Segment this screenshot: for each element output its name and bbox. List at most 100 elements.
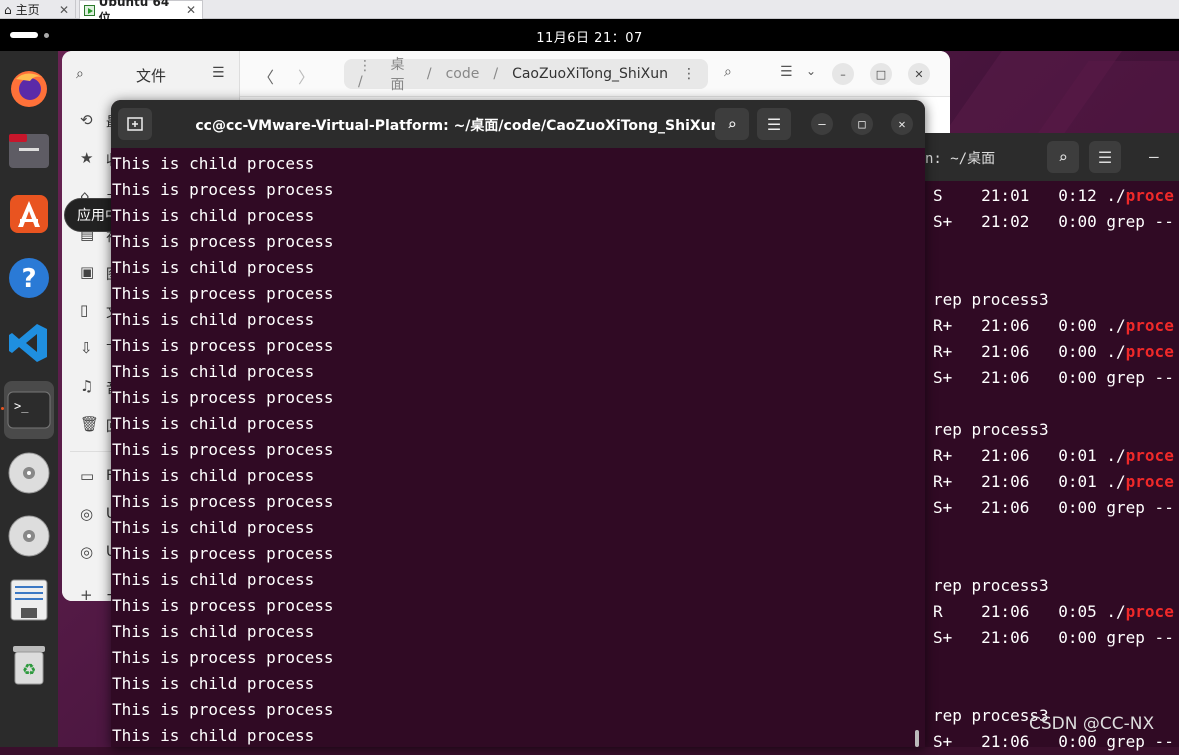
minimize-button[interactable]: –: [832, 63, 854, 85]
maximize-button[interactable]: □: [851, 113, 873, 135]
path-code[interactable]: code: [446, 66, 480, 82]
dock-firefox[interactable]: [4, 61, 54, 115]
dock-drive[interactable]: [4, 573, 54, 627]
tab-home[interactable]: ⌂ 主页 ✕: [0, 0, 76, 19]
terminal-back-line: S+ 21:02 0:00 grep --: [933, 209, 1179, 235]
search-button[interactable]: ⌕: [715, 108, 749, 140]
line-text: S+ 21:06 0:00 grep --: [933, 368, 1174, 387]
terminal-back-line: [933, 521, 1179, 547]
terminal-header: cc@cc-VMware-Virtual-Platform: ~/桌面/code…: [111, 100, 925, 148]
folder-icon: [9, 134, 49, 168]
tab-ubuntu-vm[interactable]: Ubuntu 64 位 ✕: [79, 0, 203, 25]
minimize-icon: –: [818, 117, 826, 131]
terminal-back-line: [933, 651, 1179, 677]
dock-help[interactable]: ?: [4, 251, 54, 305]
line-highlight: proce: [1125, 446, 1174, 465]
terminal-scrollbar[interactable]: [915, 730, 919, 747]
terminal-line: This is child process: [112, 570, 315, 589]
clock[interactable]: 11月6日 21：07: [0, 27, 1179, 46]
path-sep: ⋮ /: [358, 58, 372, 90]
close-icon: ✕: [898, 117, 906, 131]
music-icon: ♫: [80, 377, 94, 395]
terminal-line: This is child process: [112, 726, 315, 745]
svg-text:♻: ♻: [22, 660, 36, 679]
terminal-back-title: n: ~/桌面: [925, 151, 996, 167]
tab-vm-close-icon[interactable]: ✕: [186, 3, 202, 17]
terminal-back-line: rep process3: [933, 573, 1179, 599]
line-highlight: proce: [1125, 472, 1174, 491]
terminal-line: This is process process: [112, 440, 334, 459]
dock-disc-1[interactable]: [4, 446, 54, 500]
terminal-line: This is child process: [112, 362, 315, 381]
back-icon[interactable]: 〈: [258, 64, 274, 88]
terminal-back-line: S+ 21:06 0:00 grep --: [933, 365, 1179, 391]
help-icon: ?: [9, 258, 49, 298]
line-text: R+ 21:06 0:00 ./: [933, 316, 1126, 335]
minimize-button[interactable]: –: [811, 113, 833, 135]
terminal-back-line: R+ 21:06 0:00 ./proce: [933, 313, 1179, 339]
close-icon: ✕: [914, 67, 924, 81]
terminal-back-menu-button[interactable]: ☰: [1089, 141, 1121, 173]
path-menu-icon[interactable]: ⋮: [682, 66, 708, 82]
terminal-back-search-button[interactable]: ⌕: [1047, 141, 1079, 173]
vmware-tab-strip: ⌂ 主页 ✕ Ubuntu 64 位 ✕: [0, 0, 1179, 25]
menu-button[interactable]: ☰: [757, 108, 791, 140]
terminal-line: This is process process: [112, 544, 334, 563]
terminal-icon: >_: [7, 391, 51, 429]
terminal-line: This is process process: [112, 180, 334, 199]
running-indicator: [1, 407, 4, 410]
list-view-icon[interactable]: ☰: [780, 64, 793, 80]
terminal-back-line: [933, 261, 1179, 287]
minimize-icon[interactable]: –: [1149, 147, 1159, 166]
close-button[interactable]: ✕: [908, 63, 930, 85]
path-desktop[interactable]: 桌面: [391, 54, 413, 94]
files-title: 文件: [136, 67, 167, 85]
line-text: S+ 21:06 0:00 grep --: [933, 732, 1174, 751]
terminal-line: This is process process: [112, 492, 334, 511]
search-icon[interactable]: ⌕: [76, 66, 84, 82]
recent-icon: ⟲: [80, 111, 93, 129]
line-text: rep process3: [933, 420, 1049, 439]
line-text: R+ 21:06 0:01 ./: [933, 472, 1126, 491]
path-current[interactable]: CaoZuoXiTong_ShiXun: [512, 66, 668, 82]
dock-disc-2[interactable]: [4, 509, 54, 563]
terminal-back-line: [933, 391, 1179, 417]
terminal-line: This is process process: [112, 232, 334, 251]
terminal-output[interactable]: This is child process This is process pro…: [112, 151, 917, 747]
maximize-button[interactable]: □: [870, 63, 892, 85]
dock-vscode[interactable]: [4, 316, 54, 370]
line-highlight: proce: [1125, 316, 1174, 335]
view-options-chevron-down-icon[interactable]: ⌄: [806, 64, 816, 78]
search-files-icon[interactable]: ⌕: [724, 64, 732, 80]
terminal-back-line: R+ 21:06 0:01 ./proce: [933, 469, 1179, 495]
app-center-icon: [10, 195, 48, 233]
download-icon: ⇩: [80, 339, 93, 357]
terminal-line: This is child process: [112, 518, 315, 537]
terminal-back-line: R+ 21:06 0:01 ./proce: [933, 443, 1179, 469]
files-header: 〈 〉 ⋮ / 桌面 / code / CaoZuoXiTong_ShiXun …: [240, 51, 950, 97]
terminal-back-line: S 21:01 0:12 ./proce: [933, 183, 1179, 209]
line-highlight: proce: [1125, 342, 1174, 361]
dock-app-center[interactable]: [4, 187, 54, 241]
line-highlight: proce: [1125, 602, 1174, 621]
menu-icon[interactable]: ☰: [212, 65, 225, 81]
terminal-line: This is process process: [112, 648, 334, 667]
terminal-back-line: rep process3: [933, 417, 1179, 443]
close-button[interactable]: ✕: [891, 113, 913, 135]
dock-files[interactable]: [4, 123, 54, 177]
line-text: rep process3: [933, 576, 1049, 595]
path-bar[interactable]: ⋮ / 桌面 / code / CaoZuoXiTong_ShiXun ⋮: [344, 57, 708, 93]
tab-home-close-icon[interactable]: ✕: [59, 3, 75, 17]
terminal-line: This is process process: [112, 700, 334, 719]
forward-icon[interactable]: 〉: [298, 64, 314, 88]
dock-terminal[interactable]: >_: [4, 381, 54, 439]
terminal-back-line: [933, 677, 1179, 703]
dock-trash[interactable]: ♻: [4, 637, 54, 691]
terminal-title: cc@cc-VMware-Virtual-Platform: ~/桌面/code…: [195, 118, 721, 134]
terminal-line: This is process process: [112, 388, 334, 407]
top-bar: 11月6日 21：07: [0, 19, 1179, 51]
terminal-line: This is child process: [112, 466, 315, 485]
line-text: rep process3: [933, 290, 1049, 309]
maximize-icon: □: [875, 67, 887, 81]
terminal-line: This is child process: [112, 206, 315, 225]
